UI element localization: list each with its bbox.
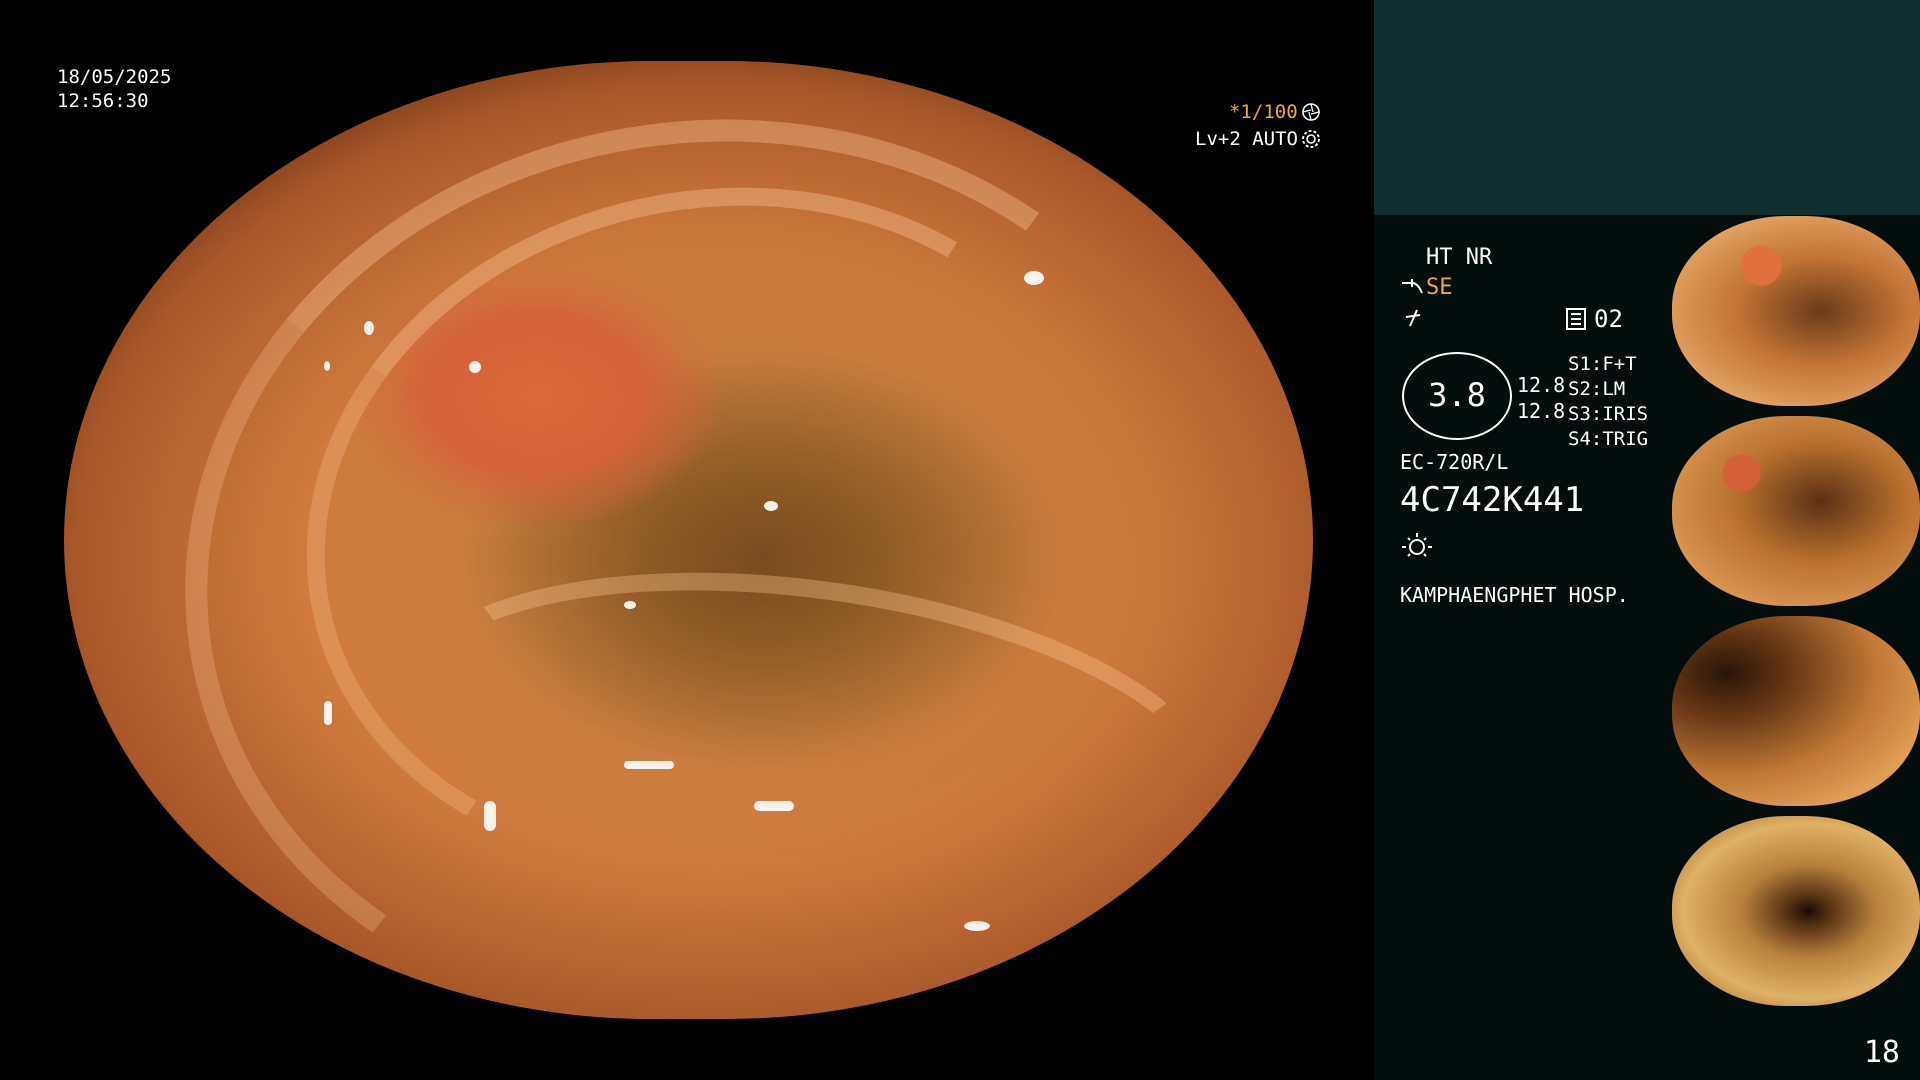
specular-highlight	[469, 361, 481, 373]
scope-icon	[1402, 279, 1423, 294]
setting-value: IRIS	[1602, 403, 1649, 425]
specular-highlight	[754, 801, 794, 811]
gauge-side-value-2: 12.8	[1517, 399, 1566, 423]
scope-serial: 4C742K441	[1400, 480, 1585, 520]
setting-key: S2:	[1568, 378, 1603, 400]
panel-header-box	[1374, 0, 1920, 215]
specular-highlight	[1024, 271, 1044, 285]
specular-highlight	[484, 801, 496, 831]
exam-date: 18/05/2025	[57, 66, 172, 88]
specular-highlight	[364, 321, 374, 335]
lightning-icon	[1405, 309, 1421, 327]
setting-key: S3:	[1568, 403, 1603, 425]
specular-highlight	[324, 361, 330, 371]
endoscopic-image	[64, 61, 1313, 1019]
exam-time: 12:56:30	[57, 90, 149, 112]
enhance-label: SE	[1426, 275, 1453, 300]
image-count: 02	[1594, 305, 1623, 333]
brightness-level: Lv+2 AUTO	[1195, 128, 1298, 150]
thumbnail-image[interactable]	[1672, 216, 1920, 406]
memory-icon	[1566, 308, 1586, 330]
specular-highlight	[964, 921, 990, 931]
setting-value: LM	[1602, 378, 1626, 400]
shutter-speed: *1/100	[1229, 101, 1298, 123]
light-icon	[1402, 533, 1432, 557]
specular-highlight	[324, 701, 332, 725]
gauge-side-value-1: 12.8	[1517, 373, 1566, 397]
specular-highlight	[764, 501, 778, 511]
settings-list: S1:F+T S2:LM S3:IRIS S4:TRIG	[1568, 352, 1648, 452]
specular-highlight	[624, 601, 636, 609]
info-panel: HT NR SE 02 3.8 12.8 12.8 S1:F+T S2:LM S…	[1374, 0, 1920, 1080]
thumbnail-image[interactable]	[1672, 416, 1920, 606]
setting-value: F+T	[1602, 353, 1637, 375]
mode-label: HT NR	[1426, 245, 1493, 270]
thumbnail-image[interactable]	[1672, 816, 1920, 1006]
gauge-value: 3.8	[1428, 376, 1486, 414]
page-number: 18	[1863, 1035, 1900, 1070]
setting-key: S4:	[1568, 428, 1603, 450]
specular-highlight	[624, 761, 674, 769]
scope-model: EC-720R/L	[1400, 450, 1509, 474]
setting-value: TRIG	[1602, 428, 1649, 450]
gauge-display: 3.8	[1402, 352, 1512, 440]
endoscopy-view: 18/05/2025 12:56:30 *1/100 Lv+2 AUTO	[0, 0, 1374, 1080]
setting-key: S1:	[1568, 353, 1603, 375]
gear-icon	[1302, 130, 1320, 148]
thumbnail-image[interactable]	[1672, 616, 1920, 806]
aperture-icon	[1302, 103, 1320, 121]
hospital-name: KAMPHAENGPHET HOSP.	[1400, 583, 1629, 607]
